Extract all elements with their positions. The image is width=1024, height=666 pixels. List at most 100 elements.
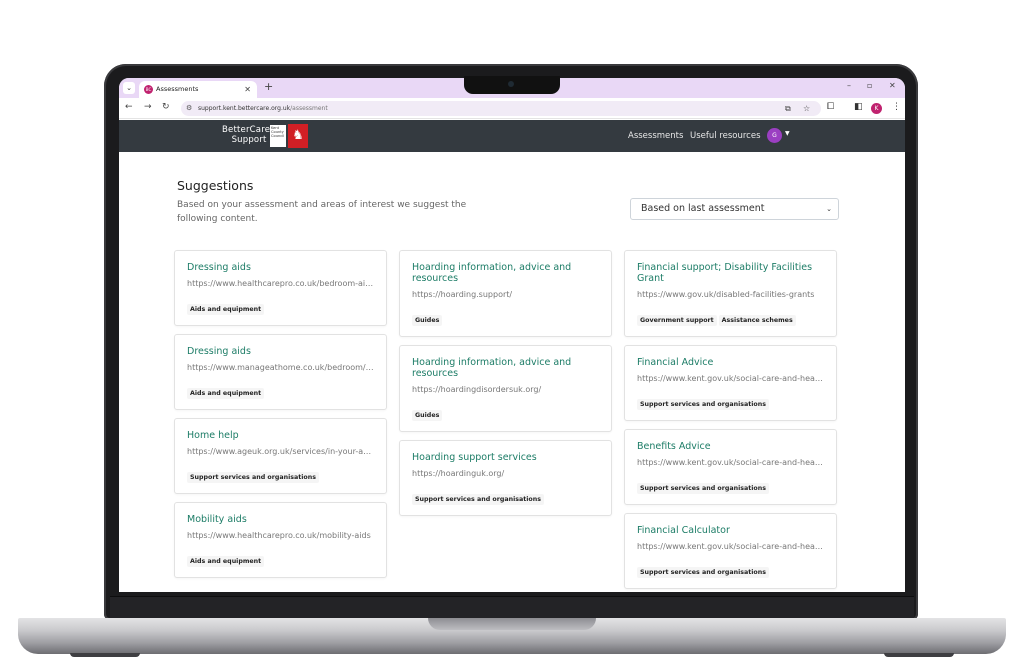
suggestion-card[interactable]: Hoarding information, advice and resourc… (399, 250, 612, 337)
cast-icon[interactable]: ⧉ (785, 101, 791, 116)
bettercare-logo[interactable]: BetterCare Support (222, 125, 270, 145)
logo-line-2: Support (231, 135, 267, 145)
nav-link-assessments[interactable]: Assessments (628, 131, 683, 141)
profile-avatar[interactable]: K (871, 103, 882, 114)
extensions-icon[interactable]: ⧠ (827, 102, 834, 112)
suggestion-card[interactable]: Dressing aids https://www.healthcarepro.c… (174, 250, 387, 326)
category-tag: Assistance schemes (718, 315, 796, 326)
laptop-hinge (110, 596, 914, 618)
suggestion-card[interactable]: Benefits Advice https://www.kent.gov.uk/s… (624, 429, 837, 505)
card-title-link[interactable]: Financial support; Disability Facilities… (637, 262, 824, 284)
laptop-foot-left (70, 653, 140, 657)
card-tags: Support services and organisations (412, 486, 599, 505)
suggestion-column-2: Hoarding information, advice and resourc… (399, 250, 612, 524)
camera-icon (508, 81, 514, 87)
card-tags: Aids and equipment (187, 296, 374, 315)
card-url: https://www.ageuk.org.uk/services/in-you… (187, 447, 374, 456)
card-url: https://hoardinguk.org/ (412, 469, 505, 478)
suggestion-card[interactable]: Hoarding support services https://hoardin… (399, 440, 612, 516)
card-url: https://www.kent.gov.uk/social-care-and-… (637, 374, 824, 383)
card-url: https://www.manageathome.co.uk/bedroom/d… (187, 363, 374, 372)
tab-search-button[interactable]: ⌄ (123, 82, 135, 94)
card-url: https://www.healthcarepro.co.uk/bedroom-… (187, 279, 374, 288)
kent-horse-logo-icon: ♞ (288, 124, 308, 148)
category-tag: Support services and organisations (187, 472, 319, 483)
kent-county-council-badge: Kent County Council (270, 125, 286, 147)
suggestion-card[interactable]: Hoarding information, advice and resourc… (399, 345, 612, 432)
url-path: /assessment (290, 105, 328, 112)
category-tag: Guides (412, 315, 443, 326)
card-url: https://hoarding.support/ (412, 290, 513, 299)
card-tags: Support services and organisations (637, 475, 824, 494)
category-tag: Aids and equipment (187, 556, 265, 567)
window-close-icon[interactable]: ✕ (889, 81, 896, 90)
user-avatar[interactable]: G (767, 128, 782, 143)
suggestion-card[interactable]: Financial Advice https://www.kent.gov.uk/… (624, 345, 837, 421)
bookmark-star-icon[interactable]: ☆ (803, 101, 810, 116)
browser-menu-icon[interactable]: ⋮ (892, 102, 901, 112)
card-url: https://www.gov.uk/disabled-facilities-g… (637, 290, 815, 299)
browser-tab[interactable]: BC Assessments ✕ (139, 81, 257, 98)
card-title-link[interactable]: Benefits Advice (637, 441, 824, 452)
restore-icon[interactable]: ▫ (867, 81, 872, 90)
card-tags: Aids and equipment (187, 548, 374, 567)
filter-selected-value: Based on last assessment (641, 203, 765, 214)
side-panel-icon[interactable]: ◧ (854, 102, 863, 112)
reload-icon[interactable]: ↻ (162, 102, 170, 112)
card-title-link[interactable]: Hoarding information, advice and resourc… (412, 357, 599, 379)
url-host: support.kent.bettercare.org.uk (198, 105, 291, 112)
logo-line-1: BetterCare (222, 125, 271, 135)
laptop-open-groove (428, 618, 596, 630)
tab-close-icon[interactable]: ✕ (244, 81, 251, 98)
suggestion-filter-select[interactable]: Based on last assessment ⌄ (630, 198, 839, 220)
card-url: https://hoardingdisordersuk.org/ (412, 385, 542, 394)
card-title-link[interactable]: Dressing aids (187, 262, 374, 273)
card-tags: Aids and equipment (187, 380, 374, 399)
camera-notch (464, 76, 560, 94)
card-url: https://www.healthcarepro.co.uk/mobility… (187, 531, 371, 540)
card-title-link[interactable]: Hoarding support services (412, 452, 599, 463)
page-title: Suggestions (177, 178, 254, 193)
card-tags: Support services and organisations (637, 391, 824, 410)
category-tag: Aids and equipment (187, 388, 265, 399)
card-title-link[interactable]: Financial Calculator (637, 525, 824, 536)
suggestion-card[interactable]: Dressing aids https://www.manageathome.co… (174, 334, 387, 410)
nav-link-useful-resources[interactable]: Useful resources (690, 131, 761, 141)
minimize-icon[interactable]: – (847, 81, 851, 90)
card-tags: Support services and organisations (637, 559, 824, 578)
main-content: Suggestions Based on your assessment and… (119, 152, 905, 592)
forward-icon[interactable]: → (144, 102, 152, 112)
category-tag: Support services and organisations (637, 483, 769, 494)
card-url: https://www.kent.gov.uk/social-care-and-… (637, 542, 824, 551)
card-title-link[interactable]: Mobility aids (187, 514, 374, 525)
card-tags: Guides (412, 307, 599, 326)
card-title-link[interactable]: Hoarding information, advice and resourc… (412, 262, 599, 284)
address-bar[interactable]: ⚙ support.kent.bettercare.org.uk/assessm… (181, 101, 821, 116)
page-description: Based on your assessment and areas of in… (177, 200, 467, 224)
category-tag: Aids and equipment (187, 304, 265, 315)
card-tags: Government support Assistance schemes (637, 307, 824, 326)
suggestion-card[interactable]: Financial Calculator https://www.kent.gov… (624, 513, 837, 589)
screen: ⌄ BC Assessments ✕ + – ▫ ✕ ← → ↻ ⚙ suppo… (119, 78, 905, 592)
laptop-foot-right (884, 653, 954, 657)
category-tag: Guides (412, 410, 443, 421)
category-tag: Support services and organisations (412, 494, 544, 505)
chevron-down-icon: ⌄ (826, 205, 832, 213)
suggestion-card[interactable]: Mobility aids https://www.healthcarepro.c… (174, 502, 387, 578)
card-tags: Guides (412, 402, 599, 421)
browser-toolbar: ← → ↻ ⚙ support.kent.bettercare.org.uk/a… (119, 98, 905, 119)
card-url: https://www.kent.gov.uk/social-care-and-… (637, 458, 824, 467)
site-settings-icon[interactable]: ⚙ (186, 101, 192, 116)
new-tab-icon[interactable]: + (264, 80, 273, 93)
card-tags: Support services and organisations (187, 464, 374, 483)
back-icon[interactable]: ← (125, 102, 133, 112)
tab-title: Assessments (156, 85, 199, 93)
card-title-link[interactable]: Financial Advice (637, 357, 824, 368)
suggestion-card[interactable]: Home help https://www.ageuk.org.uk/servic… (174, 418, 387, 494)
category-tag: Support services and organisations (637, 567, 769, 578)
card-title-link[interactable]: Dressing aids (187, 346, 374, 357)
user-menu-caret-icon[interactable]: ▼ (785, 130, 790, 137)
card-title-link[interactable]: Home help (187, 430, 374, 441)
suggestion-card[interactable]: Financial support; Disability Facilities… (624, 250, 837, 337)
favicon-icon: BC (144, 85, 153, 94)
